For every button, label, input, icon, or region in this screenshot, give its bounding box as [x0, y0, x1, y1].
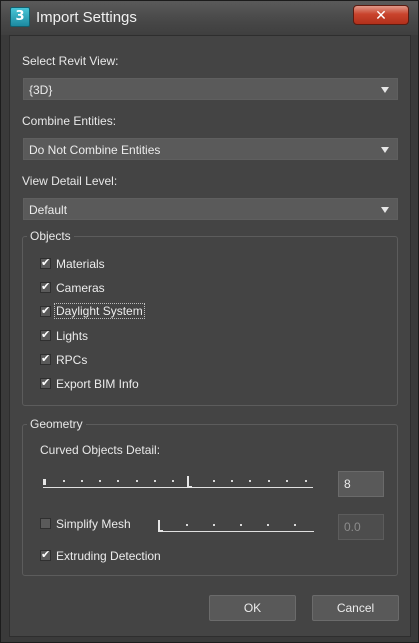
title-bar[interactable]: 3 Import Settings ✕: [1, 1, 418, 35]
extruding-detection-label: Extruding Detection: [56, 549, 161, 563]
combine-entities-label: Combine Entities:: [22, 114, 117, 128]
ok-button[interactable]: OK: [209, 595, 296, 621]
simplify-mesh-value-field[interactable]: 0.0: [338, 514, 384, 540]
curved-objects-slider[interactable]: [43, 469, 315, 493]
lights-checkbox[interactable]: ✔: [40, 329, 51, 341]
simplify-mesh-label: Simplify Mesh: [56, 517, 131, 531]
view-detail-dropdown[interactable]: Default: [23, 198, 398, 220]
curved-objects-value-field[interactable]: 8: [338, 471, 384, 497]
curved-objects-label: Curved Objects Detail:: [40, 443, 161, 457]
slider-tick: [117, 480, 119, 482]
revit-view-dropdown[interactable]: {3D}: [23, 78, 398, 100]
slider-tick: [154, 480, 156, 482]
slider-tick: [268, 480, 270, 482]
close-icon: ✕: [375, 7, 387, 23]
export-bim-info-label: Export BIM Info: [56, 377, 139, 391]
cancel-button[interactable]: Cancel: [312, 595, 399, 621]
slider-min-mark: [43, 479, 46, 485]
rpcs-label: RPCs: [56, 353, 88, 367]
slider-tick: [213, 480, 215, 482]
checkmark-icon: ✔: [41, 329, 51, 341]
slider-tick: [81, 480, 83, 482]
slider-tick: [305, 480, 307, 482]
materials-label: Materials: [56, 257, 105, 271]
geometry-group-title: Geometry: [27, 417, 86, 431]
daylight-system-label: Daylight System: [54, 303, 145, 319]
slider-tick: [136, 480, 138, 482]
slider-thumb[interactable]: [187, 476, 192, 488]
close-button[interactable]: ✕: [353, 5, 409, 25]
slider-tick: [240, 524, 242, 526]
daylight-system-checkbox[interactable]: ✔: [40, 305, 51, 317]
slider-tick: [172, 480, 174, 482]
chevron-down-icon: [381, 207, 389, 213]
combine-entities-dropdown[interactable]: Do Not Combine Entities: [23, 138, 398, 160]
slider-tick: [99, 480, 101, 482]
revit-view-value: {3D}: [29, 83, 53, 97]
view-detail-label: View Detail Level:: [22, 174, 118, 188]
objects-group-title: Objects: [27, 229, 74, 243]
checkmark-icon: ✔: [41, 281, 51, 293]
slider-tick: [249, 480, 251, 482]
slider-track: [158, 531, 314, 532]
simplify-mesh-slider[interactable]: [158, 513, 316, 537]
view-detail-value: Default: [29, 203, 68, 217]
import-settings-dialog: 3 Import Settings ✕ Select Revit View: {…: [0, 0, 419, 643]
slider-tick: [63, 480, 65, 482]
slider-tick: [231, 480, 233, 482]
slider-tick: [267, 524, 269, 526]
checkmark-icon: ✔: [41, 257, 51, 269]
export-bim-info-checkbox[interactable]: ✔: [40, 377, 51, 389]
lights-label: Lights: [56, 329, 89, 343]
slider-tick: [294, 524, 296, 526]
slider-track: [43, 487, 313, 488]
checkmark-icon: ✔: [41, 305, 51, 317]
rpcs-checkbox[interactable]: ✔: [40, 353, 51, 365]
app-logo-icon: 3: [10, 7, 30, 27]
checkmark-icon: ✔: [41, 377, 51, 389]
chevron-down-icon: [381, 87, 389, 93]
window-title: Import Settings: [36, 9, 137, 26]
checkmark-icon: ✔: [41, 353, 51, 365]
slider-tick: [213, 524, 215, 526]
combine-entities-value: Do Not Combine Entities: [29, 143, 161, 157]
extruding-detection-checkbox[interactable]: ✔: [40, 549, 51, 561]
slider-tick: [286, 480, 288, 482]
revit-view-label: Select Revit View:: [22, 54, 119, 68]
dialog-body: Select Revit View: {3D} Combine Entities…: [9, 35, 411, 637]
slider-tick: [186, 524, 188, 526]
cameras-label: Cameras: [56, 281, 105, 295]
simplify-mesh-checkbox[interactable]: [40, 518, 51, 529]
materials-checkbox[interactable]: ✔: [40, 257, 51, 269]
cameras-checkbox[interactable]: ✔: [40, 281, 51, 293]
checkmark-icon: ✔: [41, 549, 51, 561]
slider-thumb[interactable]: [158, 520, 163, 532]
chevron-down-icon: [381, 147, 389, 153]
